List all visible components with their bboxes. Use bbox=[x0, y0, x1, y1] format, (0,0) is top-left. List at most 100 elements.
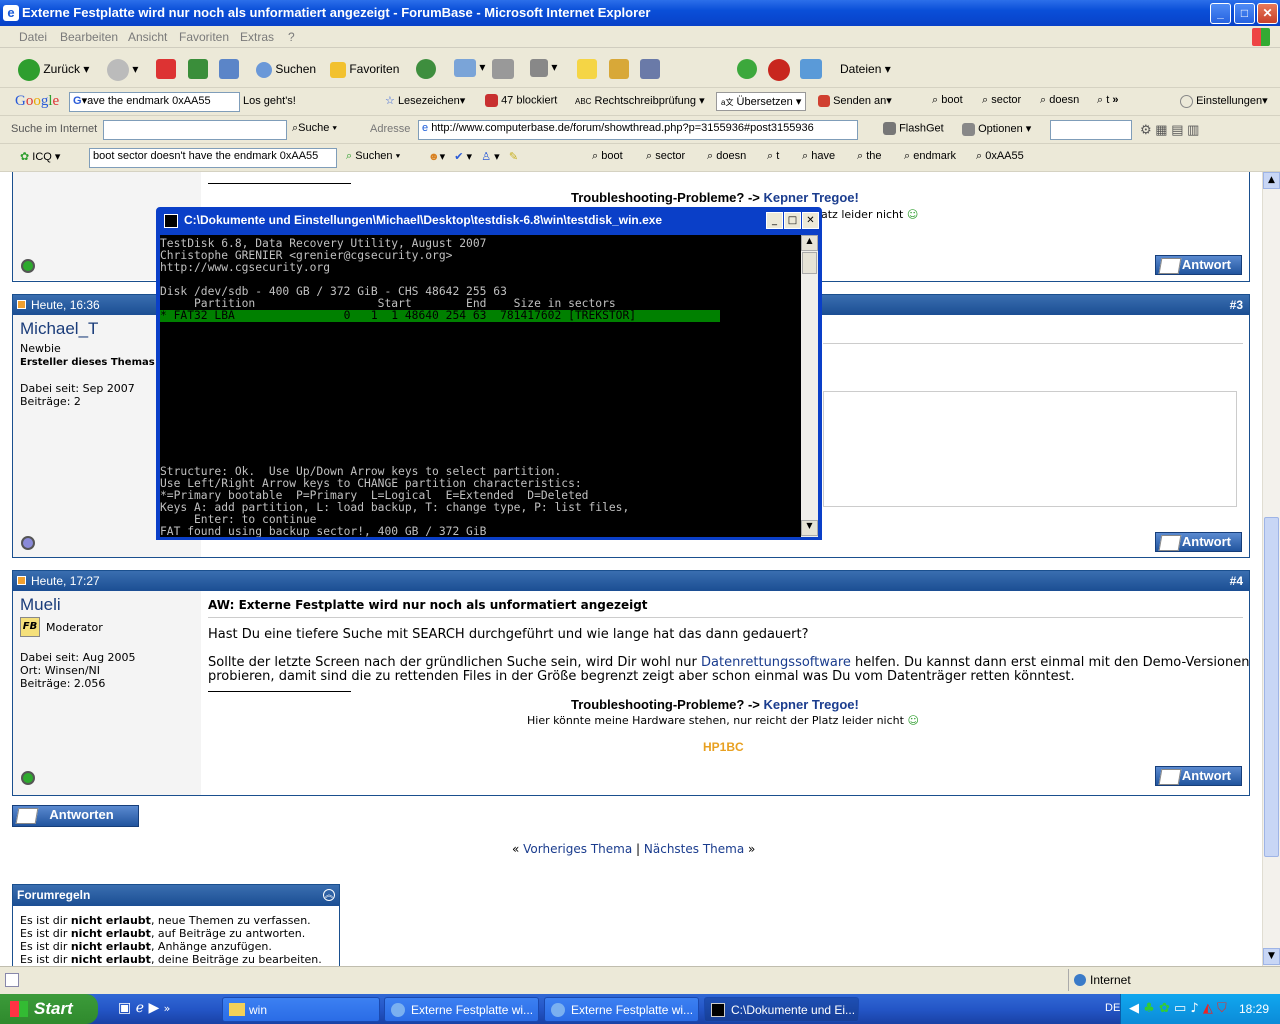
send-to-button[interactable]: Senden an▾ bbox=[818, 94, 892, 108]
console-close-button[interactable]: ✕ bbox=[802, 212, 819, 229]
icq-term-doesn[interactable]: ⌕ doesn bbox=[707, 150, 746, 163]
network-icon[interactable]: ♣ bbox=[1143, 1001, 1155, 1016]
reply-thread-button[interactable]: Antworten bbox=[12, 805, 139, 827]
post-number[interactable]: #4 bbox=[1230, 574, 1243, 588]
language-indicator[interactable]: DE bbox=[1105, 1002, 1120, 1014]
taskbar-item-ie-2[interactable]: Externe Festplatte wi... bbox=[544, 997, 699, 1022]
stop-button[interactable] bbox=[156, 59, 176, 79]
highlight-term-doesn[interactable]: ⌕ doesn bbox=[1040, 94, 1079, 107]
quicklaunch-icons[interactable]: ▣ ℯ ▶ » bbox=[118, 1000, 170, 1016]
popup-blocked-button[interactable]: 47 blockiert bbox=[485, 94, 557, 107]
scroll-up-arrow[interactable]: ▲ bbox=[1263, 172, 1280, 189]
icq-button[interactable]: ✿ ICQ ▾ bbox=[20, 150, 60, 163]
minimize-button[interactable]: _ bbox=[1210, 3, 1231, 24]
maximize-button[interactable]: □ bbox=[1234, 3, 1255, 24]
antwort-button[interactable]: Antwort bbox=[1155, 766, 1242, 786]
shield-icon[interactable]: ⛉ bbox=[1217, 1001, 1227, 1016]
menu-extras[interactable]: Extras bbox=[240, 30, 274, 44]
close-button[interactable]: ✕ bbox=[1257, 3, 1278, 24]
users-button[interactable] bbox=[800, 59, 822, 79]
testdisk-console-window[interactable]: C:\Dokumente und Einstellungen\Michael\D… bbox=[156, 207, 822, 540]
messenger-button[interactable] bbox=[640, 59, 660, 79]
selected-partition-row[interactable]: * FAT32 LBA 0 1 1 48640 254 63 781417602… bbox=[160, 310, 720, 322]
menu-favoriten[interactable]: Favoriten bbox=[179, 30, 229, 44]
antwort-button[interactable]: Antwort bbox=[1155, 532, 1242, 552]
tray-icons[interactable]: ◀ ♣ ✿ ▭ ♪ ◭ ⛉ bbox=[1129, 1001, 1227, 1016]
web-search-button[interactable]: ⌕Suche ▾ bbox=[292, 122, 337, 135]
files-button[interactable]: Dateien ▾ bbox=[840, 62, 891, 76]
start-button[interactable]: Start bbox=[0, 994, 98, 1024]
favorites-button[interactable]: Favoriten bbox=[330, 62, 399, 78]
previous-thread-link[interactable]: Vorheriges Thema bbox=[523, 842, 632, 856]
mail-button[interactable]: ▾ bbox=[454, 59, 485, 77]
console-minimize-button[interactable]: _ bbox=[766, 212, 783, 229]
page-scrollbar[interactable]: ▲ ▼ bbox=[1262, 172, 1280, 966]
menu-help[interactable]: ? bbox=[288, 30, 295, 44]
icq-search-input[interactable]: boot sector doesn't have the endmark 0xA… bbox=[89, 148, 337, 168]
highlight-term-sector[interactable]: ⌕ sector bbox=[982, 94, 1021, 107]
ie-quicklaunch-icon[interactable]: ℯ bbox=[136, 1000, 144, 1016]
icq-tools[interactable]: ☻▾ ✔ ▾ ♙ ▾ ✎ bbox=[428, 150, 518, 163]
icq-term-have[interactable]: ⌕ have bbox=[802, 150, 835, 163]
icq-term-sector[interactable]: ⌕ sector bbox=[646, 150, 685, 163]
menu-bearbeiten[interactable]: Bearbeiten bbox=[60, 30, 118, 44]
tool-icons[interactable]: ⚙ ▦ ▤ ▥ bbox=[1140, 122, 1199, 138]
web-search-input[interactable] bbox=[103, 120, 287, 140]
icq-term-the[interactable]: ⌕ the bbox=[857, 150, 882, 163]
refresh-button[interactable] bbox=[188, 59, 208, 79]
menu-ansicht[interactable]: Ansicht bbox=[128, 30, 167, 44]
back-button[interactable]: Zurück ▾ bbox=[18, 59, 89, 81]
highlight-term-t[interactable]: ⌕ t » bbox=[1097, 94, 1118, 107]
home-button[interactable] bbox=[219, 59, 239, 79]
kepner-tregoe-link[interactable]: Kepner Tregoe! bbox=[763, 190, 858, 205]
icq-term-t[interactable]: ⌕ t bbox=[767, 150, 779, 163]
flashget-button[interactable]: FlashGet bbox=[883, 122, 944, 135]
acrobat-icon[interactable]: ◭ bbox=[1203, 1001, 1213, 1016]
icq-term-endmark[interactable]: ⌕ endmark bbox=[904, 150, 956, 163]
scroll-thumb[interactable] bbox=[1264, 517, 1279, 857]
volume-icon[interactable]: ♪ bbox=[1190, 1001, 1198, 1016]
taskbar-item-win[interactable]: win bbox=[222, 997, 380, 1022]
scroll-down-arrow[interactable]: ▼ bbox=[1263, 948, 1280, 965]
menu-datei[interactable]: Datei bbox=[19, 30, 47, 44]
collapse-icon[interactable]: ︽ bbox=[323, 889, 335, 901]
bookmarks-button[interactable]: ☆ Lesezeichen▾ bbox=[385, 94, 465, 107]
clock[interactable]: 18:29 bbox=[1239, 1002, 1269, 1016]
history-button[interactable] bbox=[416, 59, 436, 79]
monitor-icon[interactable]: ▭ bbox=[1174, 1001, 1186, 1016]
icq-term-boot[interactable]: ⌕ boot bbox=[592, 150, 623, 163]
icq-flower-button[interactable] bbox=[737, 59, 757, 79]
edit-button[interactable]: ▾ bbox=[530, 59, 557, 77]
next-thread-link[interactable]: Nächstes Thema bbox=[644, 842, 744, 856]
flashget-input[interactable] bbox=[1050, 120, 1132, 140]
console-maximize-button[interactable]: □ bbox=[784, 212, 801, 229]
console-scroll-down[interactable]: ▼ bbox=[801, 520, 818, 536]
money-button[interactable] bbox=[768, 59, 790, 81]
highlight-term-boot[interactable]: ⌕ boot bbox=[932, 94, 963, 107]
username[interactable]: Mueli bbox=[20, 595, 61, 615]
console-scrollbar[interactable]: ▲ ▼ bbox=[801, 235, 818, 537]
translate-button[interactable]: a文 Übersetzen ▾ bbox=[716, 92, 807, 111]
kepner-tregoe-link[interactable]: Kepner Tregoe! bbox=[763, 697, 858, 712]
icq-term-0xaa55[interactable]: ⌕ 0xAA55 bbox=[976, 150, 1024, 163]
antwort-button[interactable]: Antwort bbox=[1155, 255, 1242, 275]
console-scroll-thumb[interactable] bbox=[802, 252, 817, 274]
back-circle-icon[interactable]: ◀ bbox=[1129, 1001, 1139, 1016]
datenrettung-link[interactable]: Datenrettungssoftware bbox=[701, 655, 851, 670]
google-search-input[interactable]: G▾ave the endmark 0xAA55 bbox=[69, 92, 240, 112]
post-number[interactable]: #3 bbox=[1230, 298, 1243, 312]
print-button[interactable] bbox=[492, 59, 514, 79]
media-player-icon[interactable]: ▶ bbox=[148, 1000, 159, 1016]
forward-button[interactable]: ▾ bbox=[107, 59, 138, 81]
options-button[interactable]: Optionen ▾ bbox=[962, 122, 1031, 136]
notes-button[interactable] bbox=[577, 59, 597, 79]
console-scroll-up[interactable]: ▲ bbox=[801, 235, 818, 251]
search-button[interactable]: Suchen bbox=[256, 62, 316, 78]
desktop-icon[interactable]: ▣ bbox=[118, 1000, 131, 1016]
spellcheck-button[interactable]: ABC Rechtschreibprüfung ▾ bbox=[575, 94, 705, 107]
research-button[interactable] bbox=[609, 59, 629, 79]
taskbar-item-console[interactable]: C:\Dokumente und Ei... bbox=[704, 997, 859, 1022]
taskbar-item-ie-1[interactable]: Externe Festplatte wi... bbox=[384, 997, 539, 1022]
icq-search-button[interactable]: ⌕ Suchen ▾ bbox=[346, 150, 400, 163]
address-input[interactable]: e http://www.computerbase.de/forum/showt… bbox=[418, 120, 858, 140]
